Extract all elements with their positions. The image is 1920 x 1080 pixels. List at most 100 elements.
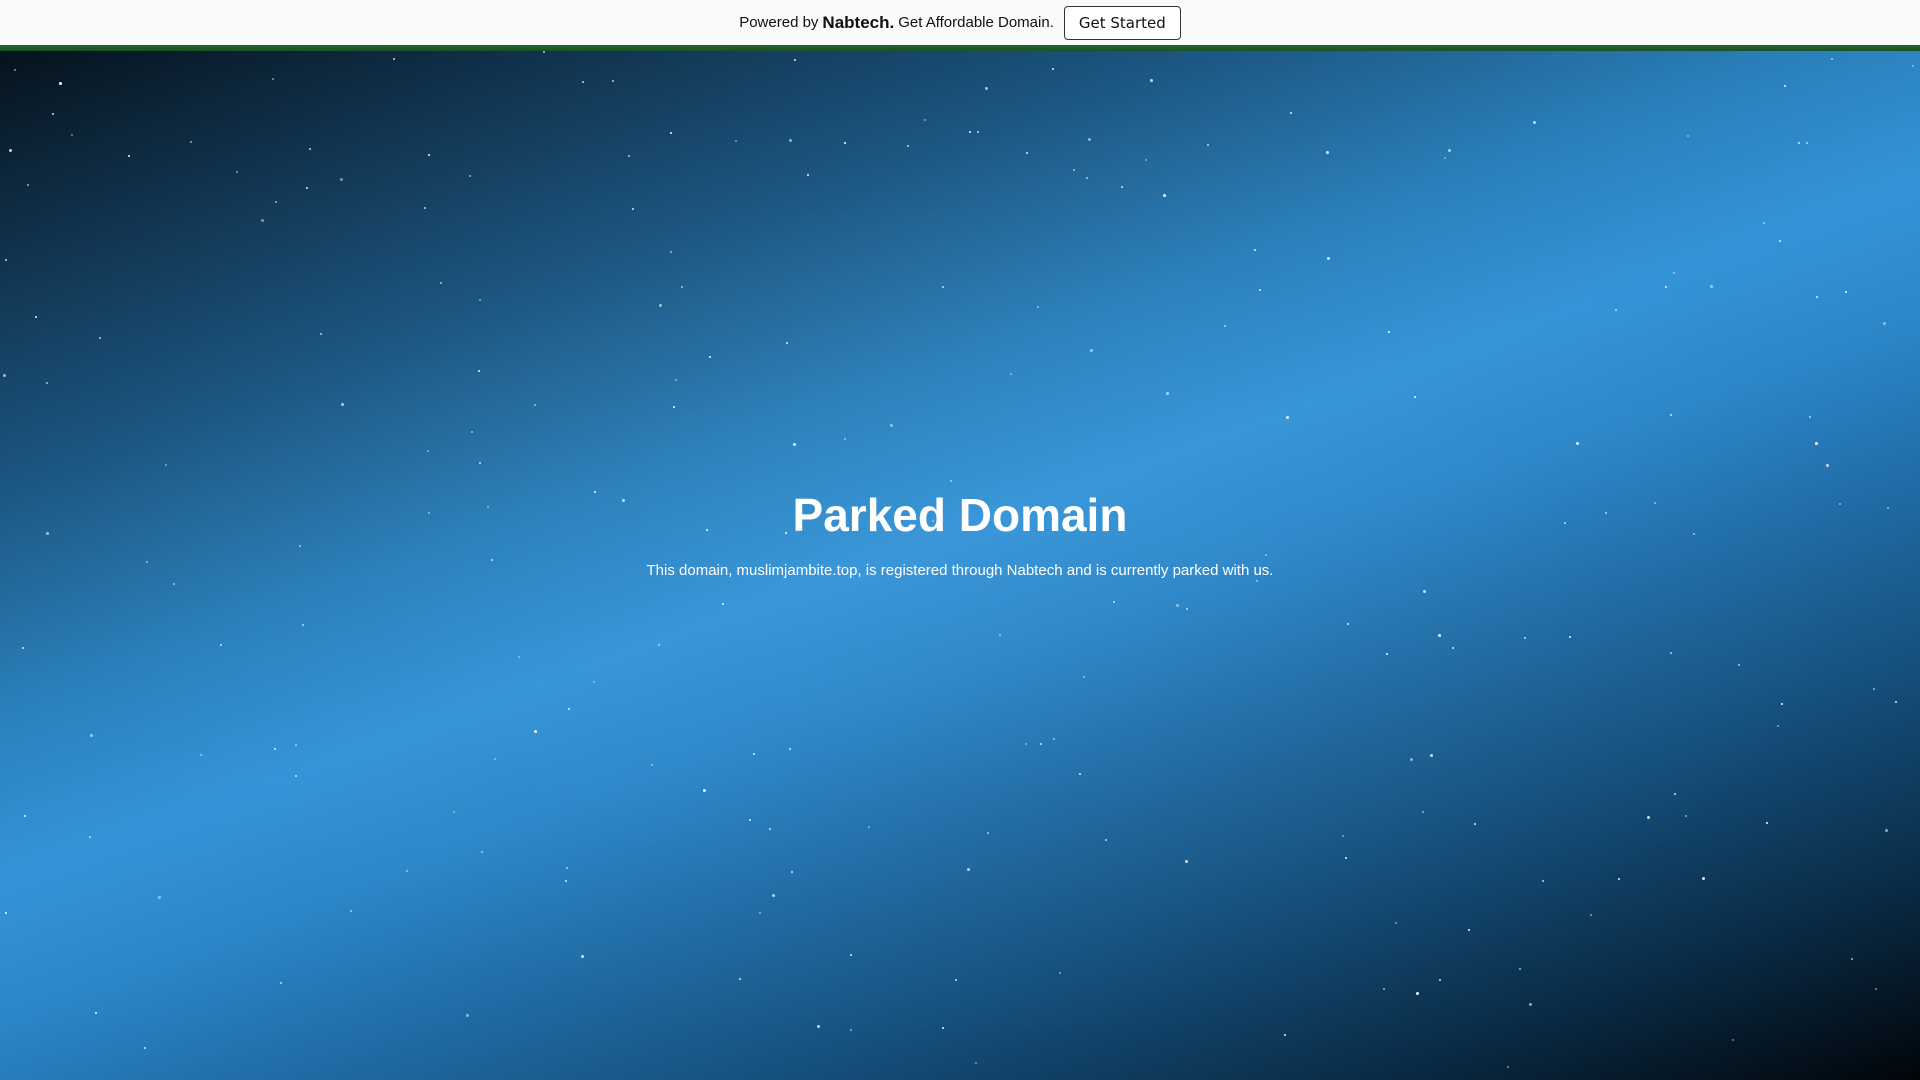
star [817, 1025, 820, 1028]
star [735, 140, 737, 142]
star [1738, 664, 1740, 666]
star [46, 382, 48, 384]
star [1207, 144, 1209, 146]
star [658, 644, 660, 646]
star [1507, 1066, 1509, 1068]
star [424, 207, 426, 209]
star [975, 1062, 977, 1064]
star [1090, 349, 1093, 352]
star [1784, 85, 1786, 87]
star [453, 811, 455, 813]
star [628, 155, 630, 157]
star [785, 532, 787, 534]
star [1347, 623, 1349, 625]
star [491, 559, 493, 561]
star [807, 174, 809, 176]
star [90, 734, 93, 737]
star [534, 730, 537, 733]
star [1766, 822, 1768, 824]
star [1542, 880, 1544, 882]
star [709, 356, 711, 358]
star [1809, 416, 1811, 418]
star [1895, 701, 1897, 703]
star [1732, 1039, 1734, 1041]
star [52, 113, 54, 115]
star [1883, 322, 1886, 325]
star [632, 208, 634, 210]
star [844, 438, 846, 440]
star [146, 561, 148, 563]
star [481, 851, 483, 853]
star [350, 910, 352, 912]
star [568, 708, 570, 710]
star [675, 379, 677, 381]
star [789, 139, 792, 142]
star [1284, 1034, 1286, 1036]
star [487, 506, 489, 508]
star [759, 912, 761, 914]
star [850, 1029, 852, 1031]
star [1073, 169, 1075, 171]
star [1416, 992, 1419, 995]
star [1665, 286, 1667, 288]
star [772, 894, 775, 897]
star [1150, 79, 1153, 82]
star [1887, 507, 1889, 509]
star [1395, 922, 1397, 924]
star [158, 896, 161, 899]
star [1105, 839, 1107, 841]
star [1444, 157, 1446, 159]
get-started-button[interactable]: Get Started [1063, 5, 1181, 40]
star [5, 912, 7, 914]
star [144, 1047, 146, 1049]
star [985, 87, 988, 90]
star [826, 522, 828, 524]
star [1290, 112, 1292, 114]
star [593, 681, 595, 683]
star [1806, 142, 1808, 144]
star [200, 754, 202, 756]
star [722, 603, 724, 605]
star [749, 819, 751, 821]
star [1010, 373, 1012, 375]
star [1615, 309, 1617, 311]
star [261, 219, 264, 222]
star [280, 982, 282, 984]
star [471, 431, 473, 433]
star [924, 119, 926, 121]
star [673, 406, 675, 408]
star [1326, 151, 1329, 154]
star [1422, 811, 1424, 813]
star [1448, 149, 1451, 152]
star [1710, 285, 1713, 288]
star [428, 512, 430, 514]
star [1185, 860, 1188, 863]
star [478, 370, 480, 372]
star [1259, 289, 1261, 291]
star [1777, 725, 1779, 727]
star [1040, 743, 1042, 745]
star [466, 1014, 469, 1017]
star [1186, 608, 1188, 610]
star [1086, 177, 1088, 179]
star [306, 187, 308, 189]
promo-bar: Powered by Nabtech. Get Affordable Domai… [0, 0, 1920, 45]
star [71, 134, 73, 136]
star [1025, 743, 1027, 745]
star [987, 832, 989, 834]
star [1670, 414, 1672, 416]
star [1254, 249, 1256, 251]
star [35, 316, 37, 318]
star [1383, 988, 1385, 990]
star [406, 870, 408, 872]
star [341, 403, 344, 406]
star [1590, 914, 1592, 916]
star [440, 282, 442, 284]
star [670, 132, 672, 134]
star [1826, 464, 1829, 467]
star [1474, 823, 1476, 825]
star [1026, 152, 1028, 154]
star [1845, 291, 1847, 293]
star [393, 58, 395, 60]
star [1816, 296, 1818, 298]
